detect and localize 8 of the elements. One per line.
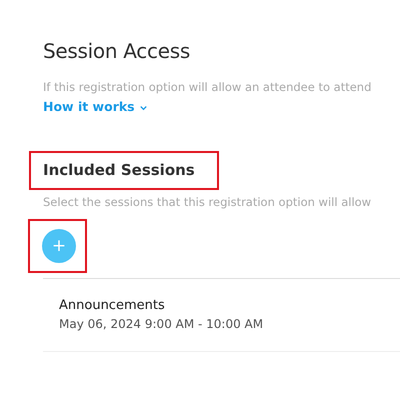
page-title: Session Access <box>43 38 191 64</box>
description-text: Select the sessions that this registration option will allow <box>43 194 372 210</box>
help-link[interactable]: How it works <box>43 99 148 115</box>
session-time: May 06, 2024 9:00 AM - 10:00 AM <box>59 316 264 333</box>
add-button[interactable]: + <box>42 229 76 263</box>
description-text: If this registration option will allow an attendee to attend <box>43 79 372 95</box>
session-name: Announcements <box>59 297 166 315</box>
section-heading: Included Sessions <box>29 151 219 190</box>
